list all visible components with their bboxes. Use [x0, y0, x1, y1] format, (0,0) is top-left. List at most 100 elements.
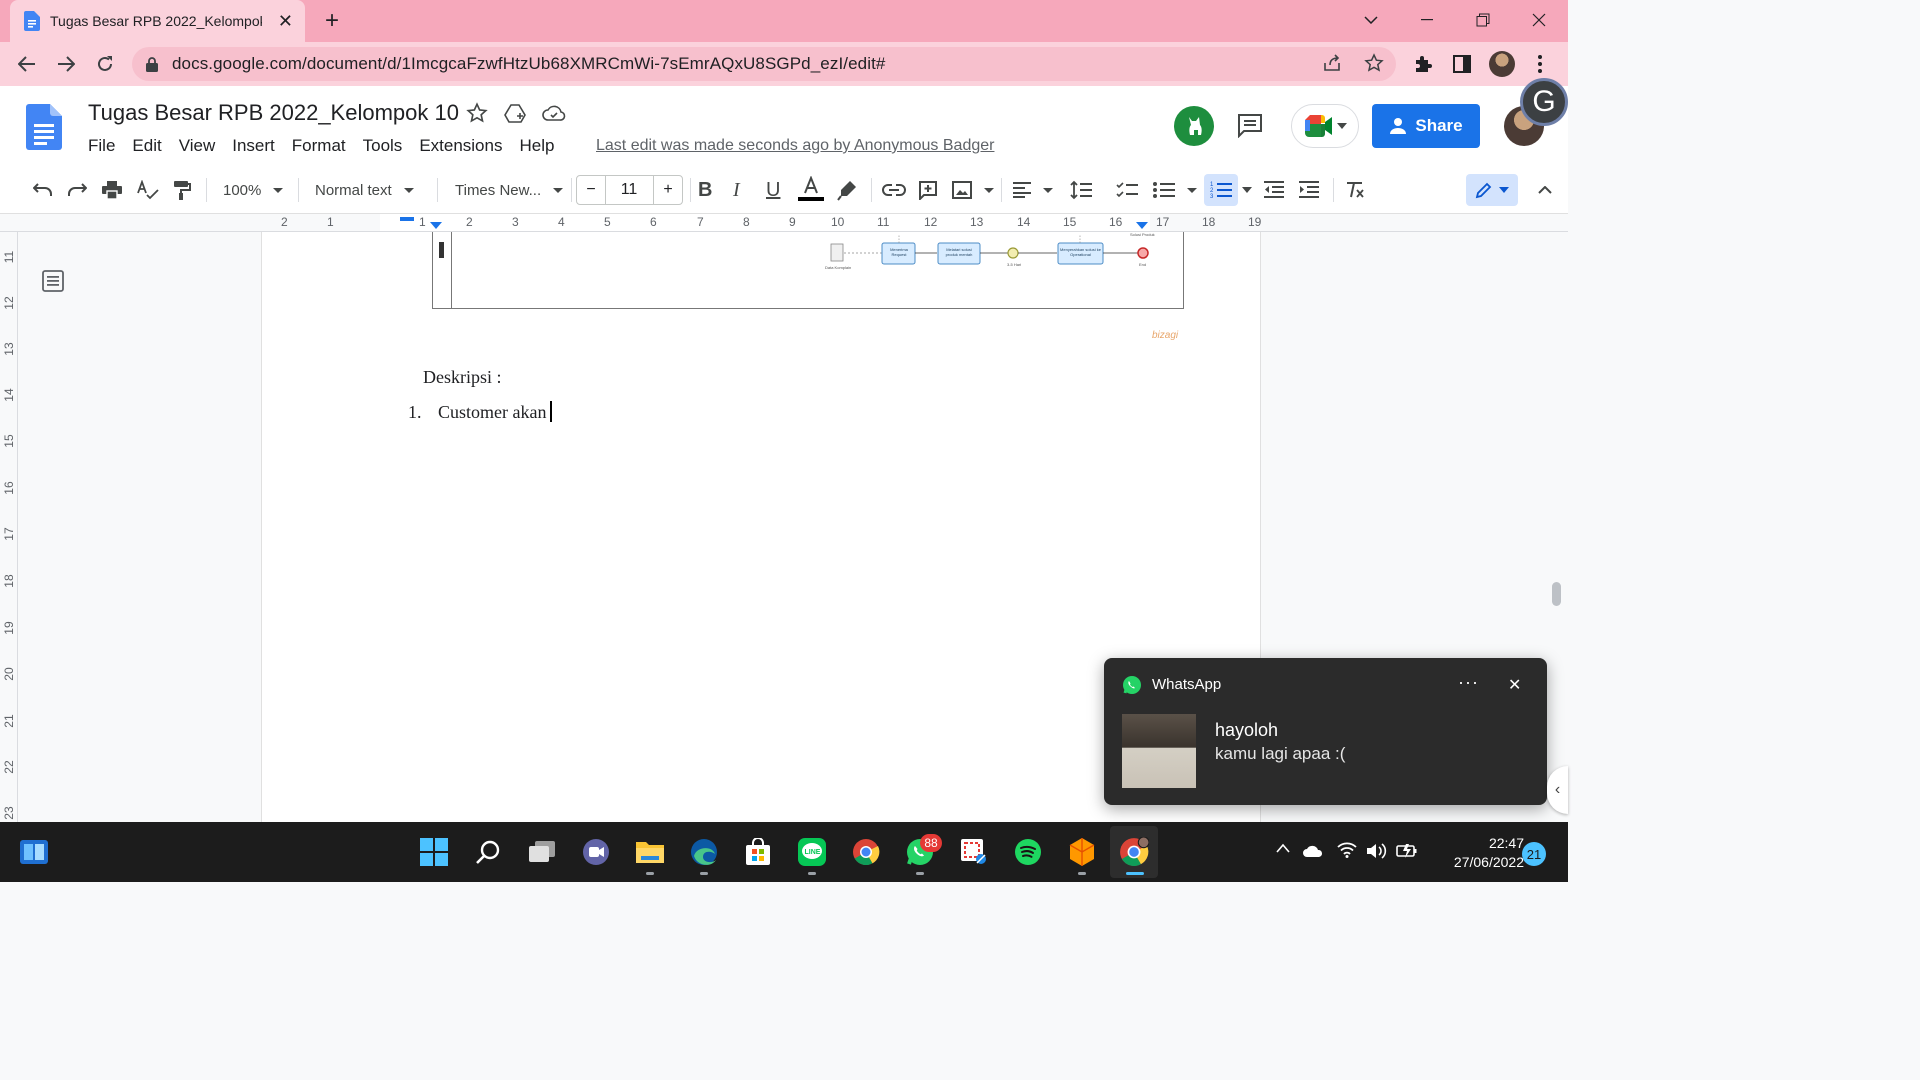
menu-edit[interactable]: Edit — [132, 136, 161, 156]
document-title[interactable]: Tugas Besar RPB 2022_Kelompok 10 — [88, 100, 459, 126]
menu-file[interactable]: File — [88, 136, 115, 156]
share-page-icon[interactable] — [1322, 53, 1342, 73]
bold-icon[interactable]: B — [698, 176, 712, 204]
widgets-icon[interactable] — [18, 836, 50, 868]
reload-icon[interactable] — [90, 49, 120, 79]
whatsapp-notification-toast[interactable]: WhatsApp ··· ✕ hayoloh kamu lagi apaa :( — [1104, 658, 1547, 805]
onedrive-cloud-icon[interactable] — [1302, 844, 1324, 858]
highlight-color-icon[interactable] — [836, 176, 858, 204]
volume-icon[interactable] — [1366, 842, 1388, 860]
list-item-text[interactable]: Customer akan — [438, 402, 546, 423]
document-outline-icon[interactable] — [42, 270, 64, 292]
anonymous-collaborator-avatar[interactable] — [1174, 106, 1214, 146]
increase-indent-icon[interactable] — [1299, 176, 1319, 204]
star-icon[interactable] — [466, 102, 488, 124]
redo-icon[interactable] — [67, 176, 87, 204]
menu-help[interactable]: Help — [519, 136, 554, 156]
wifi-icon[interactable] — [1337, 842, 1357, 858]
paint-format-icon[interactable] — [172, 176, 192, 204]
docs-home-logo-icon[interactable] — [26, 104, 62, 150]
first-line-indent-marker[interactable] — [400, 217, 414, 221]
chrome-active-icon[interactable] — [1118, 836, 1150, 868]
address-bar[interactable]: docs.google.com/document/d/1ImcgcaFzwfHt… — [132, 47, 1396, 81]
task-view-icon[interactable] — [526, 836, 558, 868]
edge-browser-icon[interactable] — [688, 836, 720, 868]
chrome-icon[interactable] — [850, 836, 882, 868]
decrease-font-size-button[interactable]: − — [576, 175, 606, 205]
microsoft-store-icon[interactable] — [742, 836, 774, 868]
comment-history-icon[interactable] — [1236, 112, 1264, 138]
notification-center-badge[interactable]: 21 — [1522, 842, 1546, 866]
hide-menus-chevron-up-icon[interactable] — [1538, 176, 1552, 204]
menu-view[interactable]: View — [179, 136, 216, 156]
forward-arrow-icon[interactable] — [51, 49, 81, 79]
decrease-indent-icon[interactable] — [1264, 176, 1284, 204]
editing-mode-button[interactable] — [1466, 174, 1518, 206]
right-indent-marker[interactable] — [1136, 222, 1148, 229]
italic-icon[interactable]: I — [733, 176, 740, 204]
search-icon[interactable] — [472, 836, 504, 868]
checklist-icon[interactable] — [1116, 176, 1138, 204]
increase-font-size-button[interactable]: + — [653, 175, 683, 205]
taskbar-clock[interactable]: 22:47 27/06/2022 — [1424, 834, 1524, 872]
insert-comment-icon[interactable] — [918, 176, 938, 204]
bpmn-diagram-image[interactable]: Menerima Request Melatari solusi produk … — [432, 232, 1184, 309]
tab-search-chevron-icon[interactable] — [1348, 4, 1394, 36]
meet-button[interactable] — [1291, 104, 1359, 148]
chrome-menu-icon[interactable] — [1525, 49, 1555, 79]
font-family-select[interactable]: Times New... — [455, 176, 563, 204]
menu-extensions[interactable]: Extensions — [419, 136, 502, 156]
undo-icon[interactable] — [33, 176, 53, 204]
profile-avatar[interactable] — [1487, 49, 1517, 79]
description-heading[interactable]: Deskripsi : — [423, 367, 502, 388]
paragraph-style-select[interactable]: Normal text — [315, 176, 414, 204]
vertical-scrollbar-thumb[interactable] — [1552, 582, 1561, 606]
font-size-input[interactable]: 11 — [605, 175, 653, 205]
browser-tab[interactable]: Tugas Besar RPB 2022_Kelompok 10 ✕ — [10, 0, 305, 42]
insert-image-icon[interactable] — [952, 176, 994, 204]
numbered-list-icon[interactable]: 123 — [1204, 174, 1238, 206]
cloud-saved-icon[interactable] — [542, 102, 566, 124]
minimize-button[interactable] — [1404, 4, 1450, 36]
horizontal-ruler[interactable]: 2 1 1 2 3 4 5 6 7 8 9 10 11 12 13 14 15 … — [0, 214, 1568, 232]
zoom-select[interactable]: 100% — [223, 176, 283, 204]
insert-link-icon[interactable] — [882, 176, 906, 204]
left-indent-marker[interactable] — [430, 222, 442, 229]
extensions-puzzle-icon[interactable] — [1408, 49, 1438, 79]
line-app-icon[interactable]: LINE — [796, 836, 828, 868]
avatar-badge[interactable]: G — [1520, 78, 1568, 126]
bulleted-list-icon[interactable] — [1153, 176, 1197, 204]
side-panel-icon[interactable] — [1447, 49, 1477, 79]
tab-close-icon[interactable]: ✕ — [278, 11, 293, 32]
clear-formatting-icon[interactable] — [1345, 176, 1365, 204]
close-icon[interactable]: ✕ — [1508, 675, 1521, 695]
lock-icon[interactable] — [146, 56, 158, 72]
back-arrow-icon[interactable] — [12, 49, 42, 79]
vertical-ruler[interactable]: 11 12 13 14 15 16 17 18 19 20 21 22 23 — [0, 232, 18, 822]
menu-tools[interactable]: Tools — [363, 136, 403, 156]
move-to-drive-icon[interactable] — [504, 102, 526, 124]
teams-chat-icon[interactable] — [580, 836, 612, 868]
file-explorer-icon[interactable] — [634, 836, 666, 868]
text-color-icon[interactable] — [798, 176, 824, 204]
snipping-tool-icon[interactable] — [958, 836, 990, 868]
numbered-list-options-chevron-icon[interactable] — [1242, 176, 1252, 204]
share-button[interactable]: Share — [1372, 104, 1480, 148]
new-tab-button[interactable]: + — [318, 7, 346, 35]
more-options-icon[interactable]: ··· — [1458, 672, 1479, 693]
spotify-icon[interactable] — [1012, 836, 1044, 868]
battery-charging-icon[interactable] — [1396, 842, 1418, 860]
underline-icon[interactable]: U — [766, 176, 780, 204]
restore-button[interactable] — [1460, 4, 1506, 36]
menu-format[interactable]: Format — [292, 136, 346, 156]
line-spacing-icon[interactable] — [1070, 176, 1092, 204]
menu-insert[interactable]: Insert — [232, 136, 275, 156]
close-window-button[interactable] — [1516, 4, 1562, 36]
last-edit-link[interactable]: Last edit was made seconds ago by Anonym… — [596, 137, 994, 155]
show-hidden-icons-chevron-up-icon[interactable] — [1276, 843, 1290, 853]
print-icon[interactable] — [102, 176, 122, 204]
sublime-box-icon[interactable] — [1066, 836, 1098, 868]
spellcheck-icon[interactable] — [137, 176, 159, 204]
align-left-icon[interactable] — [1013, 176, 1053, 204]
start-windows-icon[interactable] — [418, 836, 450, 868]
